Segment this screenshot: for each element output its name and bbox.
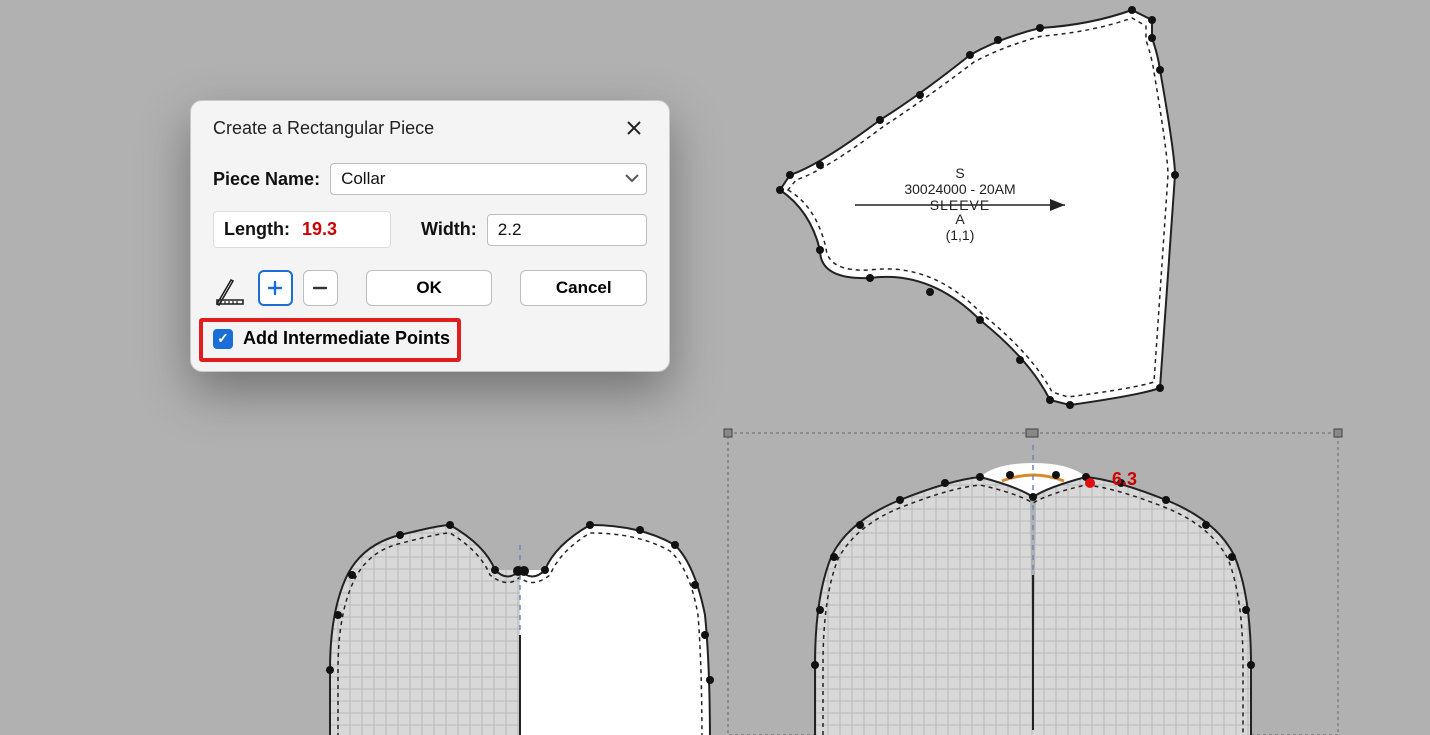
pattern-piece-sleeve[interactable]: S 30024000 - 20AM SLEEVE A (1,1) <box>720 0 1240 430</box>
sleeve-label-a: A <box>955 211 965 227</box>
plus-button[interactable] <box>258 270 293 306</box>
piece-name-label: Piece Name: <box>213 169 320 190</box>
length-input[interactable] <box>300 218 380 241</box>
minus-icon <box>312 280 328 296</box>
close-icon <box>626 120 642 136</box>
plus-icon <box>267 280 283 296</box>
width-label: Width: <box>421 219 477 240</box>
pattern-piece-right-bodice[interactable]: 6.3 <box>720 425 1360 735</box>
piece-name-select[interactable] <box>330 163 647 195</box>
create-rectangular-piece-dialog: Create a Rectangular Piece Piece Name: L… <box>190 100 670 372</box>
width-input[interactable] <box>487 214 647 246</box>
sleeve-label-code: 30024000 - 20AM <box>904 181 1015 197</box>
close-button[interactable] <box>621 115 647 141</box>
sleeve-label-s: S <box>955 165 964 181</box>
sleeve-label-coord: (1,1) <box>946 227 975 243</box>
pattern-piece-left-bodice[interactable] <box>290 485 750 735</box>
ok-button[interactable]: OK <box>366 270 493 306</box>
cancel-button[interactable]: Cancel <box>520 270 647 306</box>
measurement-label: 6.3 <box>1112 469 1137 489</box>
dialog-title: Create a Rectangular Piece <box>213 118 434 139</box>
length-label: Length: <box>224 219 290 240</box>
ruler-icon[interactable] <box>213 270 248 306</box>
minus-button[interactable] <box>303 270 338 306</box>
add-intermediate-points-checkbox[interactable]: ✓ <box>213 329 233 349</box>
add-intermediate-points-label[interactable]: ✓ Add Intermediate Points <box>213 328 647 349</box>
